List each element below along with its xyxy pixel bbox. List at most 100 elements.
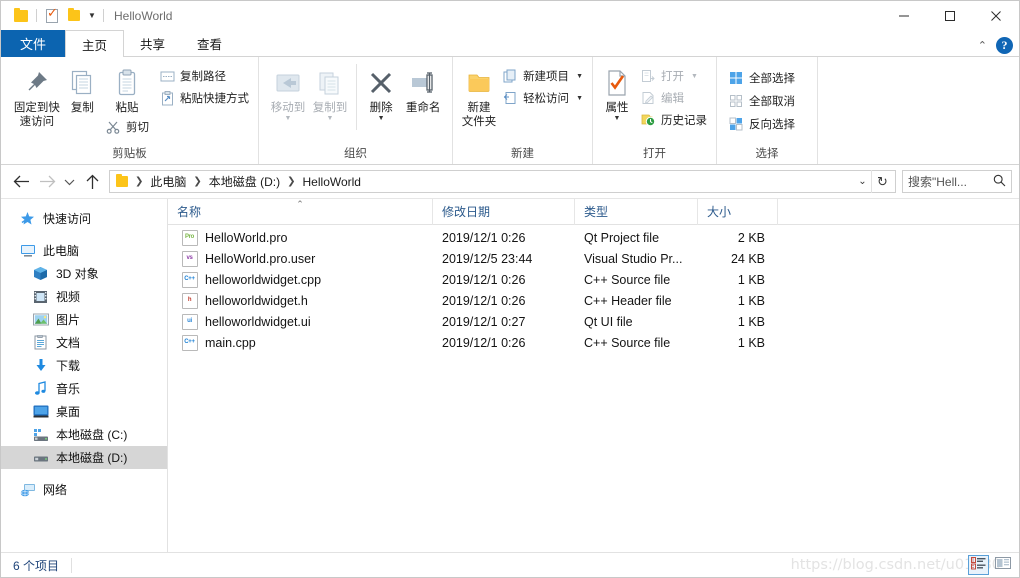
- maximize-button[interactable]: [927, 1, 973, 30]
- item-count-label: 6 个项目: [13, 558, 60, 573]
- ribbon-group-new-title: 新建: [511, 148, 534, 160]
- edit-button[interactable]: 编辑: [637, 88, 710, 108]
- qat-folder-button[interactable]: [10, 5, 32, 27]
- tab-view[interactable]: 查看: [181, 30, 238, 57]
- paste-button[interactable]: 粘贴: [105, 62, 149, 115]
- ribbon-group-select-title: 选择: [755, 148, 779, 160]
- file-type: Visual Studio Pr...: [584, 251, 683, 266]
- breadcrumb-separator-1[interactable]: ❯: [189, 176, 205, 187]
- copy-path-label: 复制路径: [180, 71, 226, 83]
- sidebar-item-network[interactable]: 网络: [1, 478, 167, 501]
- copy-path-button[interactable]: 复制路径: [156, 66, 252, 86]
- close-button[interactable]: [973, 1, 1019, 30]
- documents-icon: [32, 334, 49, 351]
- forward-button[interactable]: [34, 169, 60, 195]
- easy-access-button[interactable]: 轻松访问 ▼: [499, 88, 586, 108]
- breadcrumb-item-0[interactable]: 此电脑: [147, 173, 189, 190]
- large-icons-view-button[interactable]: [992, 555, 1013, 575]
- tab-share[interactable]: 共享: [124, 30, 181, 57]
- column-header-date[interactable]: 修改日期: [433, 198, 575, 225]
- table-row[interactable]: h helloworldwidget.h 2019/12/1 0:26 C++ …: [168, 290, 1019, 311]
- copy-to-caret-icon[interactable]: ▼: [327, 115, 334, 122]
- delete-caret-icon[interactable]: ▼: [378, 115, 385, 122]
- invert-selection-button[interactable]: 反向选择: [725, 114, 798, 134]
- new-folder-label-1: 新建: [467, 102, 491, 114]
- qat-properties-button[interactable]: [41, 5, 63, 27]
- table-row[interactable]: vs HelloWorld.pro.user 2019/12/5 23:44 V…: [168, 248, 1019, 269]
- recent-locations-button[interactable]: [60, 169, 79, 195]
- back-button[interactable]: [8, 169, 34, 195]
- delete-button[interactable]: 删除 ▼: [362, 62, 400, 122]
- qt-ui-file-icon: ui: [182, 313, 198, 330]
- table-row[interactable]: Pro HelloWorld.pro 2019/12/1 0:26 Qt Pro…: [168, 227, 1019, 248]
- sidebar-item-videos[interactable]: 视频: [1, 285, 167, 308]
- select-all-button[interactable]: 全部选择: [725, 68, 798, 88]
- tab-home[interactable]: 主页: [65, 30, 125, 57]
- sidebar-label-quick-access: 快速访问: [43, 212, 92, 226]
- history-button[interactable]: 历史记录: [637, 110, 710, 130]
- paste-shortcut-button[interactable]: 粘贴快捷方式: [156, 88, 252, 108]
- properties-caret-icon[interactable]: ▼: [614, 115, 621, 122]
- breadcrumb-bar[interactable]: ❯ 此电脑 ❯ 本地磁盘 (D:) ❯ HelloWorld ⌄ ↻: [109, 170, 896, 193]
- file-name-cell: C++ main.cpp: [168, 334, 433, 351]
- breadcrumb-item-2[interactable]: HelloWorld: [300, 175, 364, 189]
- quick-access-toolbar: ▼ HelloWorld: [1, 1, 172, 30]
- history-label: 历史记录: [661, 115, 707, 127]
- pin-to-quick-access-button[interactable]: 固定到快 速访问: [11, 62, 63, 129]
- table-row[interactable]: C++ helloworldwidget.cpp 2019/12/1 0:26 …: [168, 269, 1019, 290]
- search-box[interactable]: 搜索"Hell...: [902, 170, 1012, 193]
- file-icon-tag: C++: [184, 276, 195, 282]
- easy-access-caret-icon[interactable]: ▼: [576, 95, 583, 102]
- help-icon[interactable]: ?: [996, 37, 1013, 54]
- column-header-type[interactable]: 类型: [575, 198, 698, 225]
- sidebar-item-music[interactable]: 音乐: [1, 377, 167, 400]
- search-input[interactable]: 搜索"Hell...: [908, 173, 993, 190]
- chevron-up-icon[interactable]: ⌃: [978, 39, 987, 52]
- move-to-icon: [274, 65, 302, 101]
- refresh-icon[interactable]: ↻: [871, 170, 893, 193]
- sidebar-item-drive-d[interactable]: 本地磁盘 (D:): [1, 446, 167, 469]
- table-row[interactable]: C++ main.cpp 2019/12/1 0:26 C++ Source f…: [168, 332, 1019, 353]
- sidebar-item-desktop[interactable]: 桌面: [1, 400, 167, 423]
- breadcrumb-separator-2[interactable]: ❯: [283, 176, 299, 187]
- open-caret-icon[interactable]: ▼: [691, 73, 698, 80]
- new-folder-button[interactable]: 新建 文件夹: [461, 62, 497, 129]
- sidebar-item-downloads[interactable]: 下载: [1, 354, 167, 377]
- minimize-button[interactable]: [881, 1, 927, 30]
- file-name: HelloWorld.pro.user: [205, 251, 316, 266]
- sidebar-item-drive-c[interactable]: 本地磁盘 (C:): [1, 423, 167, 446]
- rename-button[interactable]: 重命名: [400, 62, 446, 115]
- column-header-size[interactable]: 大小: [698, 198, 778, 225]
- copy-button[interactable]: 复制: [63, 62, 102, 115]
- scissors-icon: [105, 119, 121, 135]
- column-header-name[interactable]: ⌃ 名称: [168, 198, 433, 225]
- move-to-caret-icon[interactable]: ▼: [285, 115, 292, 122]
- up-button[interactable]: [79, 169, 105, 195]
- qat-new-folder-button[interactable]: [63, 5, 85, 27]
- copy-to-button[interactable]: 复制到 ▼: [309, 62, 351, 122]
- select-none-button[interactable]: 全部取消: [725, 91, 798, 111]
- breadcrumb-folder-icon: [116, 174, 128, 187]
- table-row[interactable]: ui helloworldwidget.ui 2019/12/1 0:27 Qt…: [168, 311, 1019, 332]
- sidebar-item-documents[interactable]: 文档: [1, 331, 167, 354]
- main-area: 快速访问 此电脑 3D 对象 视频 图片 文档 下载 音乐 桌面 本地磁盘 (C…: [1, 198, 1019, 552]
- breadcrumb-separator-0[interactable]: ❯: [131, 176, 147, 187]
- open-button[interactable]: 打开 ▼: [637, 66, 710, 86]
- sidebar-item-quick-access[interactable]: 快速访问: [1, 207, 167, 230]
- delete-label: 删除: [369, 102, 393, 114]
- sidebar-item-3d-objects[interactable]: 3D 对象: [1, 262, 167, 285]
- customize-caret-icon[interactable]: ▼: [85, 5, 99, 27]
- breadcrumb-item-1[interactable]: 本地磁盘 (D:): [206, 173, 283, 190]
- details-view-button[interactable]: [968, 555, 989, 575]
- cut-button[interactable]: 剪切: [102, 117, 152, 137]
- sidebar-item-this-pc[interactable]: 此电脑: [1, 239, 167, 262]
- sidebar-item-pictures[interactable]: 图片: [1, 308, 167, 331]
- new-item-label: 新建项目: [523, 71, 570, 83]
- new-item-button[interactable]: 新建项目 ▼: [499, 66, 586, 86]
- move-to-button[interactable]: 移动到 ▼: [267, 62, 309, 122]
- new-item-caret-icon[interactable]: ▼: [576, 73, 583, 80]
- 3d-objects-icon: [32, 265, 49, 282]
- tab-file[interactable]: 文件: [1, 30, 66, 57]
- chevron-down-icon[interactable]: ⌄: [854, 176, 871, 187]
- properties-button[interactable]: 属性 ▼: [599, 62, 635, 122]
